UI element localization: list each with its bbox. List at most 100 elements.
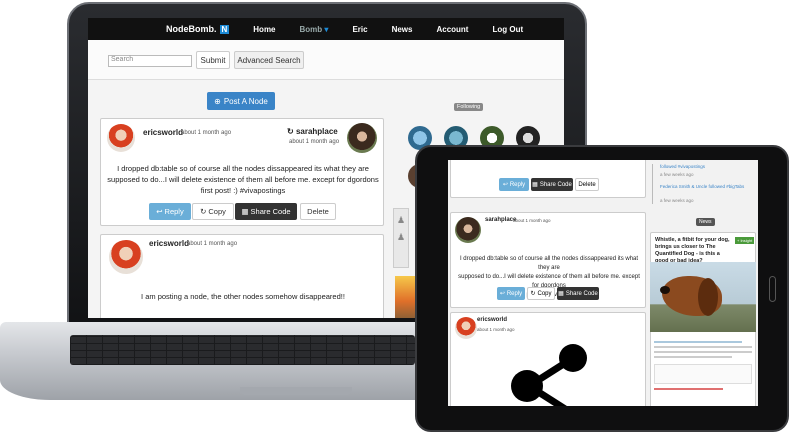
repost-username: sarahplace bbox=[295, 127, 338, 136]
post-username[interactable]: ericsworld bbox=[477, 317, 507, 323]
copy-label: Copy bbox=[208, 207, 226, 216]
laptop-hinge bbox=[240, 387, 352, 395]
news-body bbox=[654, 338, 752, 394]
reply-button[interactable]: ↩ Reply bbox=[497, 287, 525, 300]
text-line bbox=[654, 346, 752, 348]
user-icon: ♟ bbox=[396, 215, 406, 225]
activity-time: a few weeks ago bbox=[660, 172, 694, 177]
laptop-keyboard bbox=[70, 335, 415, 365]
activity-time: a few weeks ago bbox=[660, 198, 694, 203]
user-list-panel: ♟ ♟ bbox=[393, 208, 409, 268]
dog-image[interactable] bbox=[650, 262, 756, 332]
nav-eric[interactable]: Eric bbox=[352, 25, 367, 34]
grid-icon: ▦ bbox=[558, 291, 564, 297]
activity-item[interactable]: Federica Smith & Uncle followed #bigTabs bbox=[660, 184, 756, 189]
reply-label: Reply bbox=[506, 290, 523, 297]
post-node-button[interactable]: ⊕ Post A Node bbox=[207, 92, 275, 110]
delete-button[interactable]: Delete bbox=[575, 178, 599, 191]
post-actions: ↩ Reply ↻ Copy ▦ Share Code Delete bbox=[149, 203, 349, 220]
tablet-screen: ↩ Reply ▦ Share Code Delete sarahplace abo… bbox=[448, 160, 758, 406]
post-card-partial: ↩ Reply ▦ Share Code Delete bbox=[450, 160, 646, 198]
plus-circle-icon: ⊕ bbox=[214, 96, 221, 106]
device-mockup: NodeBomb. N Home Bomb ▾ Eric News Accoun… bbox=[0, 0, 789, 432]
post-username[interactable]: ericsworld bbox=[143, 128, 183, 137]
timeline-line bbox=[652, 164, 656, 204]
share-code-label: Share Code bbox=[539, 181, 572, 188]
reply-icon: ↩ bbox=[502, 182, 508, 188]
post-username[interactable]: ericsworld bbox=[149, 239, 189, 248]
nav-home[interactable]: Home bbox=[253, 25, 275, 34]
post-time: about 1 month ago bbox=[477, 327, 515, 332]
share-code-button[interactable]: ▦ Share Code bbox=[235, 203, 297, 220]
text-line bbox=[654, 388, 723, 390]
reply-button[interactable]: ↩ Reply bbox=[499, 178, 529, 191]
grid-icon: ▦ bbox=[241, 207, 249, 216]
post-text-line: I dropped db:table so of course all the … bbox=[117, 164, 369, 173]
avatar[interactable] bbox=[107, 124, 135, 152]
post-time: about 1 month ago bbox=[181, 130, 232, 136]
brand-logo[interactable]: NodeBomb. N bbox=[166, 24, 230, 34]
activity-item[interactable]: followed #vivapostings bbox=[660, 164, 756, 169]
post-node-label: Post A Node bbox=[223, 96, 268, 106]
nav-bomb-label: Bomb bbox=[299, 24, 323, 34]
post-time: about 1 month ago bbox=[513, 218, 551, 223]
brand-badge: N bbox=[219, 24, 230, 34]
search-input[interactable]: Search bbox=[108, 55, 192, 67]
copy-button[interactable]: ↻ Copy bbox=[192, 203, 234, 220]
grid-icon: ▦ bbox=[532, 182, 538, 188]
share-code-label: Share Code bbox=[250, 207, 291, 216]
user-icon: ♟ bbox=[396, 232, 406, 242]
reply-button[interactable]: ↩ Reply bbox=[149, 203, 191, 220]
repost-user[interactable]: ↻ sarahplace bbox=[287, 127, 338, 136]
ad-image[interactable] bbox=[395, 276, 415, 318]
text-line bbox=[654, 351, 752, 353]
tablet-feed: ↩ Reply ▦ Share Code Delete sarahplace abo… bbox=[450, 160, 646, 406]
following-label: Following bbox=[454, 103, 484, 111]
refresh-icon: ↻ bbox=[530, 291, 536, 297]
avatar[interactable] bbox=[455, 317, 477, 339]
nav-account[interactable]: Account bbox=[436, 25, 468, 34]
news-label: News bbox=[696, 218, 715, 226]
avatar[interactable] bbox=[109, 240, 143, 274]
nav-logout[interactable]: Log Out bbox=[492, 25, 523, 34]
nav-bomb[interactable]: Bomb ▾ bbox=[300, 25, 329, 34]
activity-text: followed #vivapostings bbox=[660, 164, 706, 169]
share-code-button[interactable]: ▦ Share Code bbox=[557, 287, 599, 300]
brand-name: NodeBomb. bbox=[166, 24, 217, 34]
post-username[interactable]: sarahplace bbox=[485, 217, 516, 223]
nav-news[interactable]: News bbox=[392, 25, 413, 34]
copy-button[interactable]: ↻ Copy bbox=[527, 287, 555, 300]
quote-box bbox=[654, 364, 752, 384]
tablet-sidebar: followed #vivapostings a few weeks ago F… bbox=[650, 160, 758, 406]
top-navbar: NodeBomb. N Home Bomb ▾ Eric News Accoun… bbox=[88, 18, 564, 40]
tablet-home-button bbox=[769, 276, 776, 302]
text-line bbox=[654, 356, 733, 358]
repost-time: about 1 month ago bbox=[289, 139, 340, 145]
share-code-button[interactable]: ▦ Share Code bbox=[531, 178, 573, 191]
repost-avatar[interactable] bbox=[347, 123, 377, 153]
text-line bbox=[654, 341, 743, 343]
caret-down-icon: ▾ bbox=[324, 24, 329, 34]
reply-label: Reply bbox=[509, 181, 526, 188]
post-text-line: supposed to do...I will delete existence… bbox=[107, 175, 379, 184]
dog-nose bbox=[660, 286, 670, 294]
post-text: I am posting a node, the other nodes som… bbox=[141, 292, 345, 301]
insight-badge[interactable]: + Insight bbox=[735, 237, 755, 244]
submit-button[interactable]: Submit bbox=[196, 51, 230, 69]
reply-icon: ↩ bbox=[156, 207, 163, 216]
repost-icon: ↻ bbox=[287, 127, 294, 136]
advanced-search-button[interactable]: Advanced Search bbox=[234, 51, 304, 69]
activity-text: Federica Smith & Uncle followed #bigTabs bbox=[660, 184, 745, 189]
search-bar: Search Submit Advanced Search bbox=[88, 40, 564, 80]
post-card: sarahplace about 1 month ago I dropped d… bbox=[450, 212, 646, 308]
post-time: about 1 month ago bbox=[187, 241, 238, 247]
delete-button[interactable]: Delete bbox=[300, 203, 336, 220]
post-card: ericsworld about 1 month ago I am postin… bbox=[100, 234, 384, 318]
post-text-line: first post! :) #vivapostings bbox=[200, 186, 286, 195]
news-title[interactable]: Whistle, a fitbit for your dog, brings u… bbox=[655, 237, 731, 265]
share-code-label: Share Code bbox=[565, 290, 598, 297]
reply-icon: ↩ bbox=[499, 291, 505, 297]
reply-label: Reply bbox=[164, 207, 184, 216]
avatar[interactable] bbox=[455, 217, 481, 243]
copy-label: Copy bbox=[537, 290, 552, 297]
